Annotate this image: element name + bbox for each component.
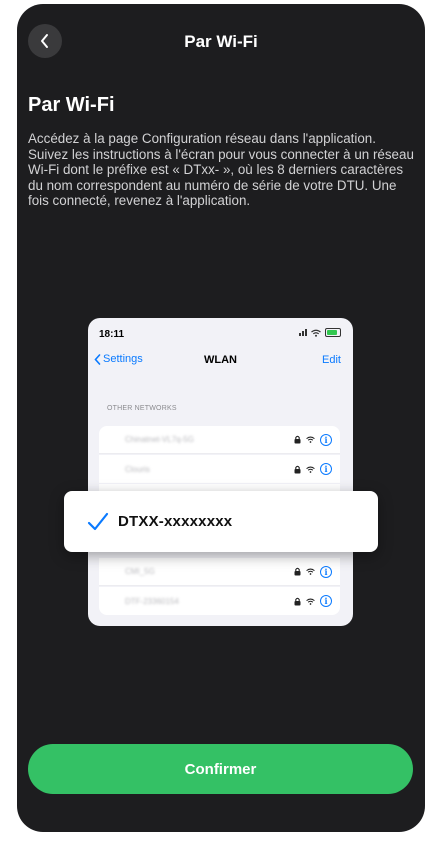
- wifi-icon: [306, 436, 315, 443]
- status-icons: [299, 328, 341, 337]
- wifi-icon: [306, 598, 315, 605]
- network-name: Chinatnet-VL7q-5G: [125, 435, 194, 444]
- info-icon[interactable]: i: [320, 565, 332, 578]
- confirm-button[interactable]: Confirmer: [28, 744, 413, 794]
- wlan-title: WLAN: [204, 354, 237, 366]
- lock-icon: [294, 465, 301, 473]
- wifi-icon: [306, 466, 315, 473]
- battery-icon: [325, 328, 341, 337]
- lock-icon: [294, 597, 301, 605]
- wlan-settings-illustration: 18:11 Settings WLAN Edit OTHER NETWORKS …: [88, 318, 353, 626]
- lock-icon: [294, 567, 301, 576]
- info-icon[interactable]: i: [320, 595, 332, 607]
- lock-icon: [294, 435, 301, 444]
- selected-network-callout[interactable]: DTXX-xxxxxxxx: [64, 491, 378, 552]
- network-row[interactable]: Clouris i: [99, 455, 340, 483]
- nav-title: Par Wi-Fi: [184, 32, 258, 51]
- edit-link[interactable]: Edit: [322, 354, 341, 366]
- network-row[interactable]: Chinatnet-VL7q-5G i: [99, 426, 340, 454]
- network-name: Clouris: [125, 464, 150, 474]
- network-name: CMI_5G: [125, 567, 155, 576]
- instructions-text: Accédez à la page Configuration réseau d…: [28, 131, 414, 208]
- network-row[interactable]: DTF-23360154 i: [99, 587, 340, 615]
- page-heading: Par Wi-Fi: [28, 94, 115, 116]
- checkmark-icon: [87, 512, 109, 530]
- wifi-icon: [306, 568, 315, 575]
- info-icon[interactable]: i: [320, 433, 332, 446]
- other-networks-label: OTHER NETWORKS: [107, 405, 177, 412]
- signal-icon: [299, 329, 307, 336]
- info-icon[interactable]: i: [320, 463, 332, 475]
- phone-screen: Par Wi-Fi Par Wi-Fi Accédez à la page Co…: [17, 4, 425, 832]
- status-time: 18:11: [99, 329, 125, 340]
- wifi-icon: [311, 329, 321, 337]
- network-name: DTF-23360154: [125, 596, 179, 606]
- selected-network-name: DTXX-xxxxxxxx: [118, 513, 233, 530]
- network-row[interactable]: CMI_5G i: [99, 558, 340, 586]
